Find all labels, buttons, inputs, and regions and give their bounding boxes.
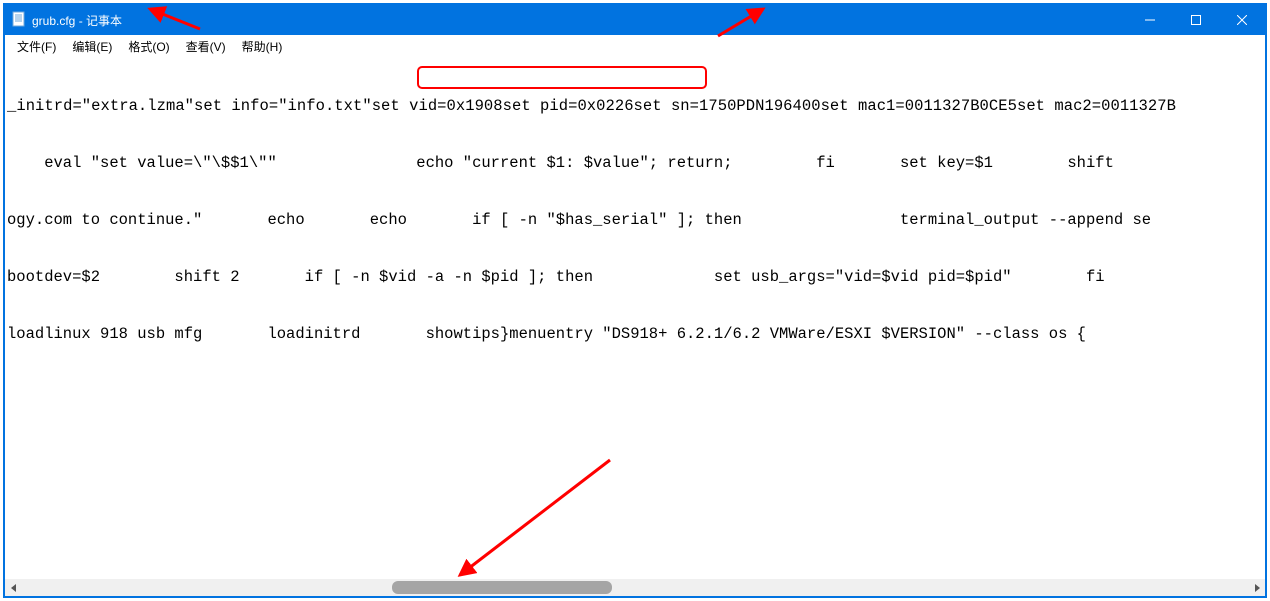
menu-file[interactable]: 文件(F) [9, 36, 64, 57]
scroll-track[interactable] [22, 579, 1248, 596]
close-button[interactable] [1219, 5, 1265, 35]
window-title: grub.cfg - 记事本 [32, 12, 122, 29]
code-line-3: ogy.com to continue." echo echo if [ -n … [7, 211, 1263, 230]
code-line-2: eval "set value=\"\$$1\"" echo "current … [7, 154, 1263, 173]
editor-content: _initrd="extra.lzma"set info="info.txt"s… [5, 57, 1265, 579]
scroll-thumb[interactable] [392, 581, 612, 594]
scroll-right-arrow-icon[interactable] [1248, 579, 1265, 596]
maximize-button[interactable] [1173, 5, 1219, 35]
scroll-left-arrow-icon[interactable] [5, 579, 22, 596]
code-line-5: loadlinux 918 usb mfg loadinitrd showtip… [7, 325, 1263, 344]
titlebar[interactable]: grub.cfg - 记事本 [5, 5, 1265, 35]
code-line-4: bootdev=$2 shift 2 if [ -n $vid -a -n $p… [7, 268, 1263, 287]
menubar: 文件(F) 编辑(E) 格式(O) 查看(V) 帮助(H) [5, 35, 1265, 57]
menu-help[interactable]: 帮助(H) [234, 36, 291, 57]
text-area[interactable]: _initrd="extra.lzma"set info="info.txt"s… [5, 57, 1265, 579]
minimize-button[interactable] [1127, 5, 1173, 35]
window-buttons [1127, 5, 1265, 35]
horizontal-scrollbar[interactable] [5, 579, 1265, 596]
menu-edit[interactable]: 编辑(E) [64, 36, 120, 57]
menu-format[interactable]: 格式(O) [120, 36, 177, 57]
notepad-window: grub.cfg - 记事本 文件(F) 编辑(E) 格式(O) 查看(V) 帮… [3, 3, 1267, 598]
titlebar-left: grub.cfg - 记事本 [5, 11, 122, 30]
menu-view[interactable]: 查看(V) [178, 36, 234, 57]
notepad-icon [11, 11, 27, 30]
code-line-1: _initrd="extra.lzma"set info="info.txt"s… [7, 97, 1263, 116]
